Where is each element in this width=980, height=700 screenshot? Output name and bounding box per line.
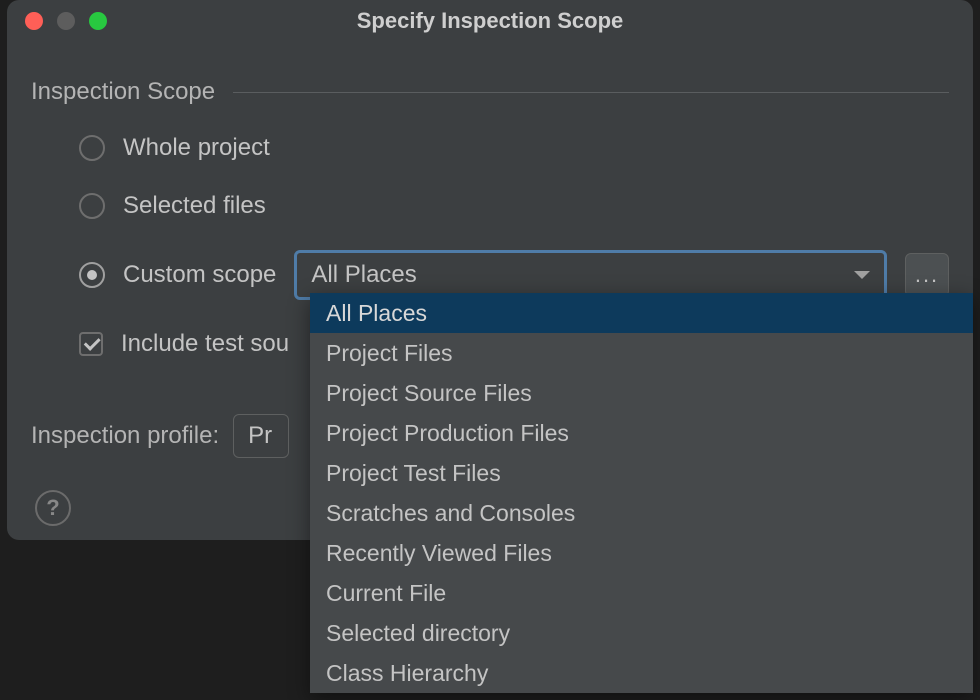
close-window-button[interactable] xyxy=(25,12,43,30)
dropdown-item[interactable]: Project Test Files xyxy=(310,453,973,493)
profile-value: Pr xyxy=(248,422,272,450)
radio-custom-scope[interactable] xyxy=(79,262,105,288)
radio-label: Custom scope xyxy=(123,261,276,289)
radio-whole-project[interactable]: Whole project xyxy=(79,134,949,162)
ellipsis-icon: ... xyxy=(915,262,939,288)
minimize-window-button[interactable] xyxy=(57,12,75,30)
radio-label: Whole project xyxy=(123,134,270,162)
dropdown-item[interactable]: Current File xyxy=(310,573,973,613)
help-button[interactable]: ? xyxy=(35,490,71,526)
radio-selected-files[interactable]: Selected files xyxy=(79,192,949,220)
combo-value: All Places xyxy=(311,261,854,289)
dropdown-item[interactable]: Recently Viewed Files xyxy=(310,533,973,573)
radio-icon xyxy=(79,135,105,161)
radio-icon xyxy=(79,193,105,219)
dropdown-item[interactable]: Project Production Files xyxy=(310,413,973,453)
checkbox-label: Include test sou xyxy=(121,330,289,358)
scope-radio-group: Whole project Selected files Custom scop… xyxy=(31,134,949,300)
dropdown-item[interactable]: Selected directory xyxy=(310,613,973,653)
section-header: Inspection Scope xyxy=(31,78,949,106)
chevron-down-icon xyxy=(854,271,870,279)
dropdown-item[interactable]: Project Files xyxy=(310,333,973,373)
custom-scope-dropdown: All PlacesProject FilesProject Source Fi… xyxy=(310,293,973,693)
dropdown-item[interactable]: All Places xyxy=(310,293,973,333)
maximize-window-button[interactable] xyxy=(89,12,107,30)
inspection-profile-combo[interactable]: Pr xyxy=(233,414,289,458)
dropdown-item[interactable]: Project Source Files xyxy=(310,373,973,413)
dropdown-item[interactable]: Class Hierarchy xyxy=(310,653,973,693)
inspection-scope-dialog: Specify Inspection Scope Inspection Scop… xyxy=(7,0,973,540)
inspection-profile-label: Inspection profile: xyxy=(31,422,219,450)
dropdown-item[interactable]: Scratches and Consoles xyxy=(310,493,973,533)
section-title: Inspection Scope xyxy=(31,78,215,106)
radio-label: Selected files xyxy=(123,192,266,220)
titlebar: Specify Inspection Scope xyxy=(7,0,973,42)
traffic-lights xyxy=(25,12,107,30)
browse-scope-button[interactable]: ... xyxy=(905,253,949,297)
checkbox-icon xyxy=(79,332,103,356)
help-icon: ? xyxy=(46,495,59,521)
window-title: Specify Inspection Scope xyxy=(357,8,624,34)
section-divider xyxy=(233,92,949,93)
